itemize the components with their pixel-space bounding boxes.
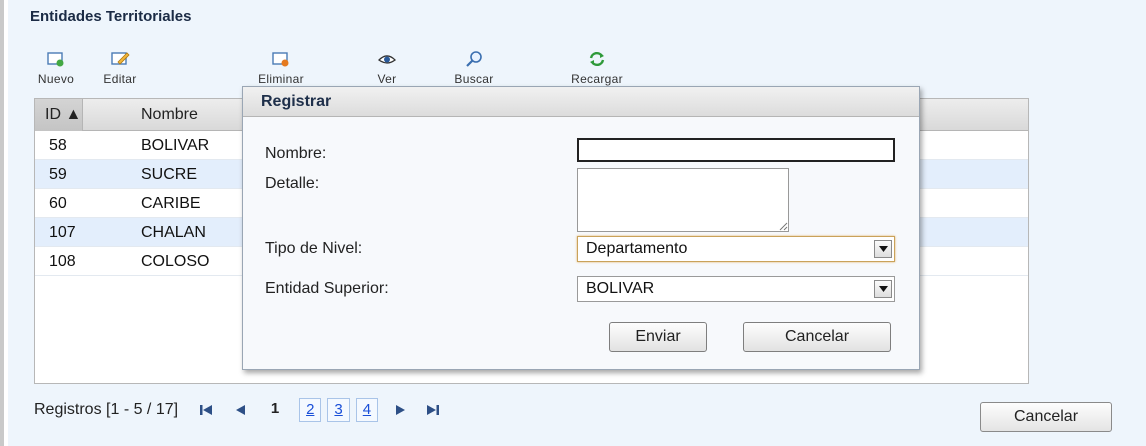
tipo-nivel-label: Tipo de Nivel: [265,240,363,257]
tipo-nivel-value: Departamento [586,240,688,257]
resize-grip-icon[interactable] [778,221,788,231]
cell-id: 58 [49,137,67,154]
dialog-cancel-button[interactable]: Cancelar [743,322,891,352]
edit-icon [111,52,130,65]
search-icon [466,51,482,67]
cell-nombre: COLOSO [141,253,210,270]
cell-id: 60 [49,195,67,212]
nuevo-label: Nuevo [37,72,75,86]
chevron-down-icon [878,246,888,252]
detalle-textarea[interactable] [577,168,789,232]
page-link[interactable]: 4 [355,398,379,422]
eliminar-button[interactable]: Eliminar [256,48,306,90]
entidad-superior-label: Entidad Superior: [265,280,389,297]
column-header-id[interactable]: ID ▲ [35,99,83,131]
cancel-button[interactable]: Cancelar [980,402,1112,432]
register-dialog: Registrar Nombre: Detalle: Tipo de Nivel… [242,86,920,370]
page-link[interactable]: 3 [327,398,350,422]
page-title: Entidades Territoriales [30,8,192,25]
chevron-down-icon [878,286,888,292]
pager: Registros [1 - 5 / 17] 1 2 3 4 [34,396,447,424]
nombre-label: Nombre: [265,145,327,162]
delete-document-icon [272,52,289,67]
nuevo-button[interactable]: Nuevo [34,48,78,90]
cell-nombre: SUCRE [141,166,198,183]
cell-nombre: BOLIVAR [141,137,210,154]
records-label: Registros [1 - 5 / 17] [34,401,179,418]
first-page-icon[interactable] [198,402,214,418]
cell-nombre: CHALAN [141,224,206,241]
dropdown-button[interactable] [874,240,892,258]
ver-label: Ver [377,72,397,86]
new-document-icon [47,52,64,67]
previous-page-icon[interactable] [232,402,248,418]
editar-button[interactable]: Editar [98,48,142,90]
buscar-label: Buscar [454,72,494,86]
next-page-icon[interactable] [393,402,409,418]
cell-nombre: CARIBE [141,195,201,212]
editar-label: Editar [103,72,137,86]
entidad-superior-value: BOLIVAR [586,280,655,297]
current-page: 1 [270,400,280,417]
page-link[interactable]: 2 [299,398,322,422]
column-header-nombre[interactable]: Nombre [83,99,198,131]
dialog-title: Registrar [243,87,919,117]
nombre-input[interactable] [577,138,895,162]
refresh-icon [589,51,605,67]
cell-id: 108 [49,253,76,270]
entidad-superior-select[interactable]: BOLIVAR [577,276,895,302]
ver-button[interactable]: Ver [372,48,402,90]
cell-id: 59 [49,166,67,183]
last-page-icon[interactable] [425,402,441,418]
eye-icon [378,55,396,64]
buscar-button[interactable]: Buscar [452,48,496,90]
recargar-button[interactable]: Recargar [566,48,628,90]
left-border [0,0,4,446]
dropdown-button[interactable] [874,280,892,298]
enviar-button[interactable]: Enviar [609,322,707,352]
cell-id: 107 [49,224,76,241]
eliminar-label: Eliminar [258,72,304,86]
detalle-label: Detalle: [265,175,320,192]
recargar-label: Recargar [571,72,623,86]
tipo-nivel-select[interactable]: Departamento [577,236,895,262]
